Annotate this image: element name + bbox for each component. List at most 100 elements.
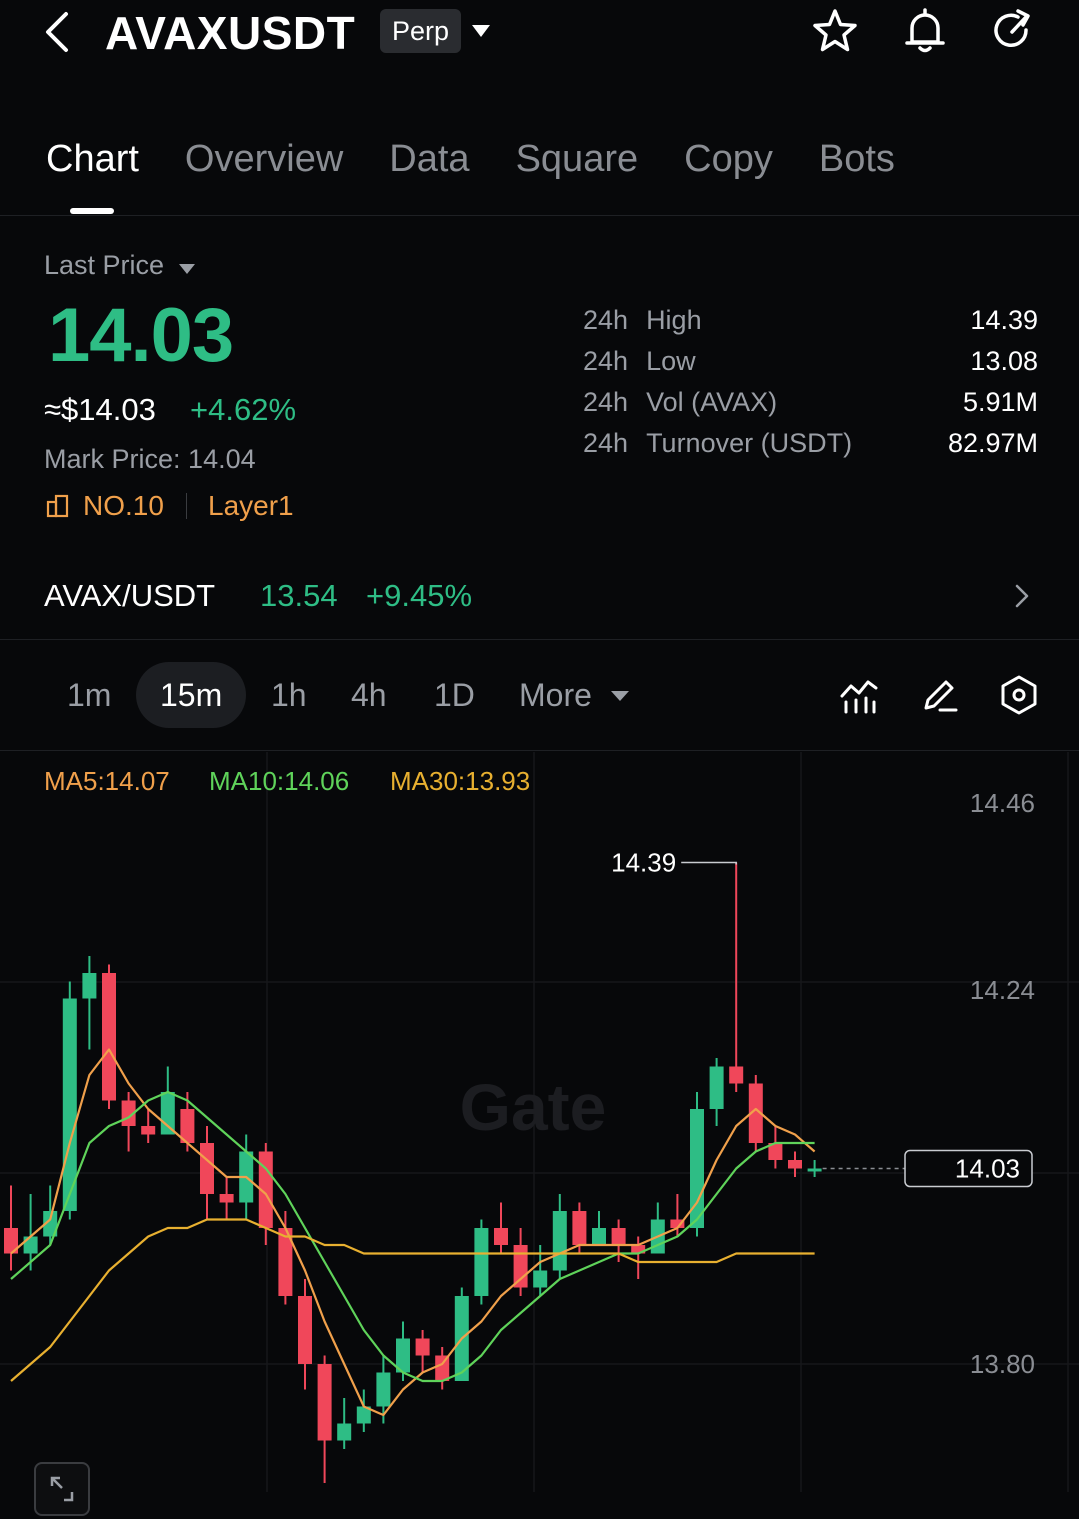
mark-price: Mark Price: 14.04	[44, 444, 256, 475]
tab-data[interactable]: Data	[389, 138, 469, 181]
price-markers: 14.3913.6614.03	[611, 848, 1033, 1188]
candle-body	[376, 1372, 391, 1407]
candle-body	[592, 1228, 606, 1245]
watermark: Gate	[460, 1070, 607, 1144]
stat-prefix: 24h	[583, 305, 629, 335]
spot-pair[interactable]: AVAX/USDT	[44, 578, 215, 614]
timeframe-15m[interactable]: 15m	[160, 677, 222, 714]
y-tick-label: 13.80	[970, 1349, 1035, 1379]
candle-body	[219, 1194, 234, 1203]
timeframe-1m[interactable]: 1m	[67, 677, 111, 714]
candle-body	[729, 1066, 744, 1084]
timeframe-4h[interactable]: 4h	[351, 677, 387, 714]
y-axis-ticks: 14.46 14.24 13.80	[970, 788, 1035, 1379]
rank-icon	[46, 494, 69, 518]
candle-body	[160, 1092, 175, 1135]
y-tick-label: 14.46	[970, 788, 1035, 818]
tab-square[interactable]: Square	[516, 138, 639, 181]
timeframe-more[interactable]: More	[519, 677, 592, 714]
candle-body	[298, 1296, 312, 1364]
indicator-icon[interactable]	[838, 674, 880, 716]
caret-down-icon[interactable]	[470, 22, 492, 40]
star-icon[interactable]	[810, 6, 860, 56]
usd-price: ≈$14.03	[44, 392, 156, 427]
bell-icon[interactable]	[900, 6, 950, 56]
price-change-percent: +4.62%	[190, 392, 297, 427]
stat-prefix: 24h	[583, 387, 629, 417]
candle-body	[82, 973, 97, 999]
active-tab-indicator	[70, 208, 114, 214]
tab-copy[interactable]: Copy	[684, 138, 773, 181]
rank-tag[interactable]: NO.10	[83, 490, 164, 522]
divider	[0, 215, 1079, 216]
stat-label: Turnover (USDT)	[646, 428, 853, 458]
current-price-label: 14.03	[955, 1154, 1020, 1184]
perp-badge[interactable]: Perp	[380, 9, 462, 53]
candlestick-chart[interactable]: Gate 14.46 14.24 13.80 14.3913.6614.03	[0, 752, 1079, 1492]
timeframe-1h[interactable]: 1h	[271, 677, 307, 714]
stat-row: 24h Turnover (USDT) 82.97M	[583, 428, 1038, 469]
share-icon[interactable]	[988, 6, 1038, 56]
divider	[0, 750, 1079, 751]
category-tag[interactable]: Layer1	[208, 490, 294, 522]
last-price-value: 14.03	[48, 293, 234, 378]
stat-value: 5.91M	[962, 387, 1038, 417]
spot-price: 13.54	[260, 578, 338, 613]
ma30-line	[10, 1218, 815, 1382]
candle-body	[552, 1211, 567, 1271]
spot-change-percent: +9.45%	[366, 578, 473, 613]
high-marker-label: 14.39	[611, 848, 676, 878]
candle-body	[572, 1211, 587, 1245]
caret-down-icon[interactable]	[178, 262, 196, 276]
settings-icon[interactable]	[998, 674, 1040, 716]
mark-price-value: 14.04	[188, 444, 256, 474]
candle-body	[807, 1168, 822, 1172]
stat-value: 82.97M	[947, 428, 1038, 458]
tab-bar: Chart Overview Data Square Copy Bots	[46, 138, 895, 181]
divider	[0, 639, 1079, 640]
ma5-label: MA5:14.07	[44, 766, 170, 796]
ma30-label: MA30:13.93	[390, 766, 531, 796]
tab-overview[interactable]: Overview	[185, 138, 343, 181]
candle-body	[141, 1126, 156, 1135]
stat-label: High	[646, 305, 702, 335]
candle-body	[200, 1143, 214, 1194]
candle-body	[337, 1423, 352, 1441]
page-title[interactable]: AVAXUSDT	[105, 6, 355, 60]
y-tick-label: 14.24	[970, 975, 1035, 1005]
timeframe-1d[interactable]: 1D	[434, 677, 475, 714]
candle-body	[513, 1245, 528, 1288]
candle-body	[709, 1066, 724, 1109]
chevron-right-icon[interactable]	[1010, 582, 1034, 610]
mark-price-label: Mark Price:	[44, 444, 181, 474]
stat-label: Vol (AVAX)	[646, 387, 778, 417]
divider	[186, 493, 187, 519]
candle-body	[788, 1160, 802, 1169]
stat-row: 24h Low 13.08	[583, 346, 1038, 387]
high-marker-line	[681, 861, 737, 865]
tab-chart[interactable]: Chart	[46, 138, 139, 181]
stat-value: 14.39	[970, 305, 1038, 335]
last-price-label[interactable]: Last Price	[44, 250, 164, 281]
candle-body	[533, 1270, 548, 1288]
candle-body	[494, 1228, 508, 1245]
expand-chart-button[interactable]	[34, 1462, 90, 1516]
stat-prefix: 24h	[583, 346, 629, 376]
stat-row: 24h Vol (AVAX) 5.91M	[583, 387, 1038, 428]
candle-body	[23, 1236, 38, 1254]
stats-panel: 24h High 14.39 24h Low 13.08 24h Vol (AVAX)…	[583, 305, 1038, 469]
caret-down-icon[interactable]	[610, 689, 630, 703]
tab-bots[interactable]: Bots	[819, 138, 895, 181]
stat-value: 13.08	[970, 346, 1038, 376]
stat-prefix: 24h	[583, 428, 629, 458]
stat-label: Low	[646, 346, 696, 376]
expand-icon	[50, 1476, 74, 1502]
candle-body	[102, 973, 116, 1101]
candle-body	[474, 1228, 489, 1296]
stat-row: 24h High 14.39	[583, 305, 1038, 346]
candle-body	[317, 1364, 332, 1441]
draw-icon[interactable]	[918, 674, 960, 716]
candle-body	[415, 1338, 430, 1356]
back-icon[interactable]	[36, 8, 84, 56]
ma10-label: MA10:14.06	[209, 766, 350, 796]
